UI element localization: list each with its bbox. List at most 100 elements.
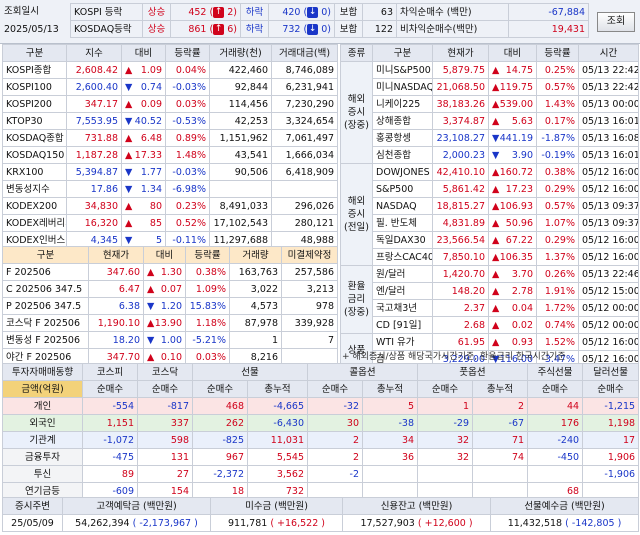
futures-row[interactable]: P 202506 347.5 6.38 ▼ 1.20 15.83% 4,573 978	[2, 297, 338, 315]
overseas-row[interactable]: 프랑스CAC40 7,850.10 ▲ 106.35 1.37% 05/12 16:00	[341, 248, 639, 266]
index-row[interactable]: KODEX레버리지16,320▲ 850.52%17,102,543280,121	[2, 214, 338, 232]
index-change: ▲ 80	[121, 197, 166, 215]
overseas-row[interactable]: NASDAQ 18,815.27 ▲ 106.93 0.57% 05/13 09:37	[341, 197, 639, 215]
index-rate: -0.53%	[165, 112, 210, 130]
index-value: 2,608.42	[66, 61, 122, 79]
index-name: KOSPI종합	[2, 61, 67, 79]
overseas-rate: 1.91%	[536, 282, 579, 300]
index-change-value: 1.34	[140, 183, 162, 195]
investor-row[interactable]: 기관계 -1,072 598 -825 11,031 2 34 32 71 -240 17	[2, 431, 640, 449]
index-change-value: 17.33	[134, 149, 162, 161]
overseas-change: ▲ 3.70	[488, 265, 537, 283]
down-arrow-icon: ▼	[125, 115, 133, 127]
overseas-row[interactable]: 상해종합 3,374.87 ▲ 5.63 0.17% 05/13 16:01	[341, 112, 639, 130]
investor-row[interactable]: 개인 -554 -817 468 -4,665 -32 5 1 2 44 -1,215	[2, 397, 640, 415]
overseas-header: 시간	[578, 44, 639, 62]
futures-change-value: 1.00	[160, 334, 182, 346]
investor-value: 32	[417, 431, 474, 449]
down-count: 420 (↓ 0)	[268, 3, 335, 21]
overseas-row[interactable]: 홍콩항셍 23,108.27 ▼ 441.19 -1.87% 05/13 16:08	[341, 129, 639, 147]
futures-row[interactable]: F 202506 347.60 ▲ 1.30 0.38% 163,763 257,586	[2, 263, 338, 281]
investor-row[interactable]: 투신 89 27 -2,372 3,562 -2 -1,906	[2, 465, 640, 483]
investor-row[interactable]: 금융투자 -475 131 967 5,545 2 36 32 74 -450 1,906	[2, 448, 640, 466]
overseas-time: 05/13 00:00	[578, 95, 639, 113]
futures-table: 구분 현재가 대비 등락률 거래량 미결제약정 F 202506 347.60 ▲ 1.30 0.…	[2, 246, 338, 366]
futures-open-interest: 3,213	[281, 280, 338, 298]
index-row[interactable]: KOSPI200 347.17 ▲ 0.09 0.03% 114,456 7,230,290	[2, 95, 338, 113]
investor-value: -475	[82, 448, 138, 466]
overseas-time: 05/13 22:46	[578, 265, 639, 283]
flat-label: 보합	[334, 20, 363, 38]
overseas-row[interactable]: 미니NASDAQ 21,068.50 ▲ 119.75 0.57% 05/13 22:42	[341, 78, 639, 96]
overseas-row[interactable]: 심천종합 2,000.23 ▼ 3.90 -0.19% 05/13 16:01	[341, 146, 639, 164]
investor-value: 2	[307, 431, 364, 449]
investor-sub-header: 순매수	[137, 380, 193, 398]
index-value: 7,553.95	[66, 112, 122, 130]
overseas-row[interactable]: 상품 WTI 유가 61.95 ▲ 0.93 1.52% 05/12 16:00	[340, 333, 639, 368]
index-row[interactable]: KOSPI100 2,600.40 ▼ 0.74 -0.03% 92,844 6,231,9…	[2, 78, 338, 96]
index-amount: 280,121	[271, 214, 338, 232]
overseas-row[interactable]: 니케이225 38,183.26 ▲ 539.00 1.43% 05/13 00:00	[341, 95, 639, 113]
investor-value: 36	[362, 448, 419, 466]
index-row[interactable]: KTOP30 7,553.95 ▼ 40.52 -0.53% 42,253 3,324,65…	[2, 112, 338, 130]
overseas-name: 프랑스CAC40	[372, 248, 433, 266]
futures-price: 347.60	[88, 263, 144, 281]
overseas-row[interactable]: 환율 금리 (장중) 원/달러 1,420.70 ▲ 3.70 0.26% 05/13 22…	[340, 265, 639, 334]
overseas-group-label: 해외 증시 (장중)	[340, 61, 373, 164]
query-button[interactable]: 조회	[597, 12, 635, 32]
overseas-row[interactable]: 필. 반도체 4,831.89 ▲ 50.96 1.07% 05/13 09:37	[341, 214, 639, 232]
market-breadth-table: KOSPI 등락 상승 452 (↑ 2) 하락 420 (↓ 0) 보합 63 차익순매수 …	[70, 3, 589, 38]
overseas-row[interactable]: S&P500 5,861.42 ▲ 17.23 0.29% 05/12 16:00	[341, 180, 639, 198]
overseas-change-value: 0.93	[511, 336, 533, 348]
up-arrow-icon: ▲	[125, 217, 133, 229]
index-row[interactable]: KOSDAQ150 1,187.28 ▲ 17.33 1.48% 43,541 1,666,…	[2, 146, 338, 164]
overseas-header: 구분	[372, 44, 433, 62]
investor-row[interactable]: 외국인 1,151 337 262 -6,430 30 -38 -29 -67 176 1,198	[2, 414, 640, 432]
overseas-rate: 1.52%	[536, 333, 579, 351]
index-row[interactable]: 변동성지수 17.86 ▼ 1.34 -6.98%	[2, 180, 338, 198]
futures-price: 18.20	[88, 331, 144, 349]
overseas-row[interactable]: 해외 증시 (장중) 미니S&P500 5,879.75 ▲ 14.75 0.25% 05/…	[340, 61, 639, 164]
overseas-name: 원/달러	[372, 265, 433, 283]
overseas-row[interactable]: 해외 증시 (전일) DOWJONES 42,410.10 ▲ 160.72 0.38% 0…	[340, 163, 639, 266]
overseas-row[interactable]: 엔/달러 148.20 ▲ 2.78 1.91% 05/12 15:00	[341, 282, 639, 300]
index-name: KOSDAQ150	[2, 146, 67, 164]
index-amount: 8,746,089	[271, 61, 338, 79]
futures-row[interactable]: 코스닥 F 202506 1,190.10 ▲ 13.90 1.18% 87,978 339…	[2, 314, 338, 332]
overseas-time: 05/13 09:37	[578, 214, 639, 232]
overseas-row[interactable]: 국고채3년 2.37 ▲ 0.04 1.72% 05/12 00:00	[341, 299, 639, 317]
overseas-price: 38,183.26	[432, 95, 489, 113]
down-count-value: 420	[282, 6, 301, 18]
up-label: 상승	[142, 20, 171, 38]
futures-rate: 15.83%	[185, 297, 230, 315]
investor-value	[362, 465, 419, 483]
investor-value: 468	[192, 397, 248, 415]
futures-row[interactable]: 변동성 F 202506 18.20 ▼ 1.00 -5.21% 1 7	[2, 331, 338, 349]
overseas-time: 05/13 22:42	[578, 78, 639, 96]
funds-header: 선물예수금 (백만원)	[490, 497, 639, 515]
index-change-value: 85	[149, 217, 162, 229]
investor-top-header: 투자자매매동향	[2, 363, 83, 381]
index-row[interactable]: KODEX200 34,830 ▲ 80 0.23% 8,491,033 296,026	[2, 197, 338, 215]
investor-value: -554	[82, 397, 138, 415]
futures-row[interactable]: C 202506 347.5 6.47 ▲ 0.07 1.09% 3,022 3,213	[2, 280, 338, 298]
index-row[interactable]: KOSDAQ종합 731.88 ▲ 6.48 0.89% 1,151,962 7,061,4…	[2, 129, 338, 147]
overseas-row[interactable]: 독일DAX30 23,566.54 ▲ 67.22 0.29% 05/12 16:00	[341, 231, 639, 249]
overseas-rate: 0.74%	[536, 316, 579, 334]
index-amount: 296,026	[271, 197, 338, 215]
futures-header: 대비	[143, 246, 186, 264]
investor-value: -1,215	[582, 397, 640, 415]
up-arrow-icon: ▲	[125, 98, 133, 110]
investor-value	[472, 465, 529, 483]
index-row[interactable]: KOSPI종합 2,608.42 ▲ 1.09 0.04% 422,460 8,746,08…	[2, 61, 338, 79]
up-arrow-icon: ▲	[492, 234, 500, 246]
index-row[interactable]: KRX100 5,394.87 ▼ 1.77 -0.03% 90,506 6,418,909	[2, 163, 338, 181]
index-volume: 422,460	[209, 61, 272, 79]
overseas-row[interactable]: CD [91일] 2.68 ▲ 0.02 0.74% 05/12 00:00	[341, 316, 639, 334]
overseas-rate: 1.43%	[536, 95, 579, 113]
overseas-change: ▲ 2.78	[488, 282, 537, 300]
up-arrow-icon: ▲	[492, 336, 500, 348]
investor-top-header: 선물	[191, 363, 309, 381]
index-volume	[209, 180, 272, 198]
breadth-row: KOSDAQ등락 상승 861 (↑ 6) 하락 732 (↓ 0) 보합 122 비차익순매…	[70, 20, 589, 38]
